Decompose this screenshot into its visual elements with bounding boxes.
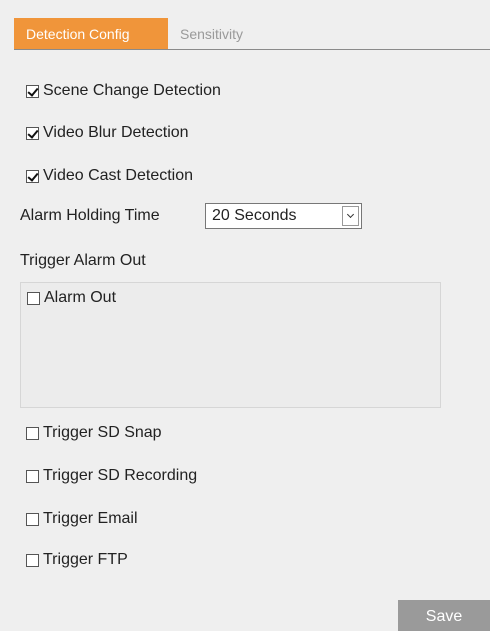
trigger-sd-recording-option[interactable]: Trigger SD Recording <box>26 464 197 488</box>
video-cast-checkbox[interactable] <box>26 169 39 183</box>
video-cast-detection-option[interactable]: Video Cast Detection <box>26 164 193 188</box>
trigger-sd-snap-label: Trigger SD Snap <box>43 424 162 441</box>
trigger-ftp-option[interactable]: Trigger FTP <box>26 548 128 572</box>
video-blur-checkbox[interactable] <box>26 126 39 140</box>
alarm-holding-time-value: 20 Seconds <box>212 207 297 224</box>
tab-sensitivity[interactable]: Sensitivity <box>170 18 255 49</box>
trigger-sd-recording-checkbox[interactable] <box>26 469 39 483</box>
trigger-email-label: Trigger Email <box>43 510 138 527</box>
alarm-holding-time-label: Alarm Holding Time <box>20 207 160 224</box>
detection-settings-panel: Detection Config Sensitivity Scene Chang… <box>0 0 490 631</box>
tab-bar: Detection Config Sensitivity <box>14 18 490 50</box>
save-button[interactable]: Save <box>398 600 490 631</box>
trigger-email-option[interactable]: Trigger Email <box>26 507 138 531</box>
video-blur-label: Video Blur Detection <box>43 124 189 141</box>
trigger-ftp-checkbox[interactable] <box>26 553 39 567</box>
video-cast-label: Video Cast Detection <box>43 167 194 184</box>
tab-detection-config[interactable]: Detection Config <box>14 18 168 49</box>
video-blur-detection-option[interactable]: Video Blur Detection <box>26 121 189 145</box>
trigger-email-checkbox[interactable] <box>26 512 39 526</box>
alarm-out-option[interactable]: Alarm Out <box>27 286 116 310</box>
trigger-alarm-out-label: Trigger Alarm Out <box>20 252 146 269</box>
trigger-sd-snap-checkbox[interactable] <box>26 426 39 440</box>
scene-change-detection-option[interactable]: Scene Change Detection <box>26 79 221 103</box>
trigger-ftp-label: Trigger FTP <box>43 551 128 568</box>
alarm-out-checkbox[interactable] <box>27 291 40 305</box>
scene-change-label: Scene Change Detection <box>43 82 221 99</box>
chevron-down-icon[interactable] <box>342 206 359 226</box>
trigger-sd-recording-label: Trigger SD Recording <box>43 467 198 484</box>
alarm-holding-time-select[interactable]: 20 Seconds <box>205 203 362 229</box>
alarm-out-list: Alarm Out <box>20 282 441 408</box>
trigger-sd-snap-option[interactable]: Trigger SD Snap <box>26 421 162 445</box>
scene-change-checkbox[interactable] <box>26 84 39 98</box>
alarm-out-label: Alarm Out <box>44 289 117 306</box>
